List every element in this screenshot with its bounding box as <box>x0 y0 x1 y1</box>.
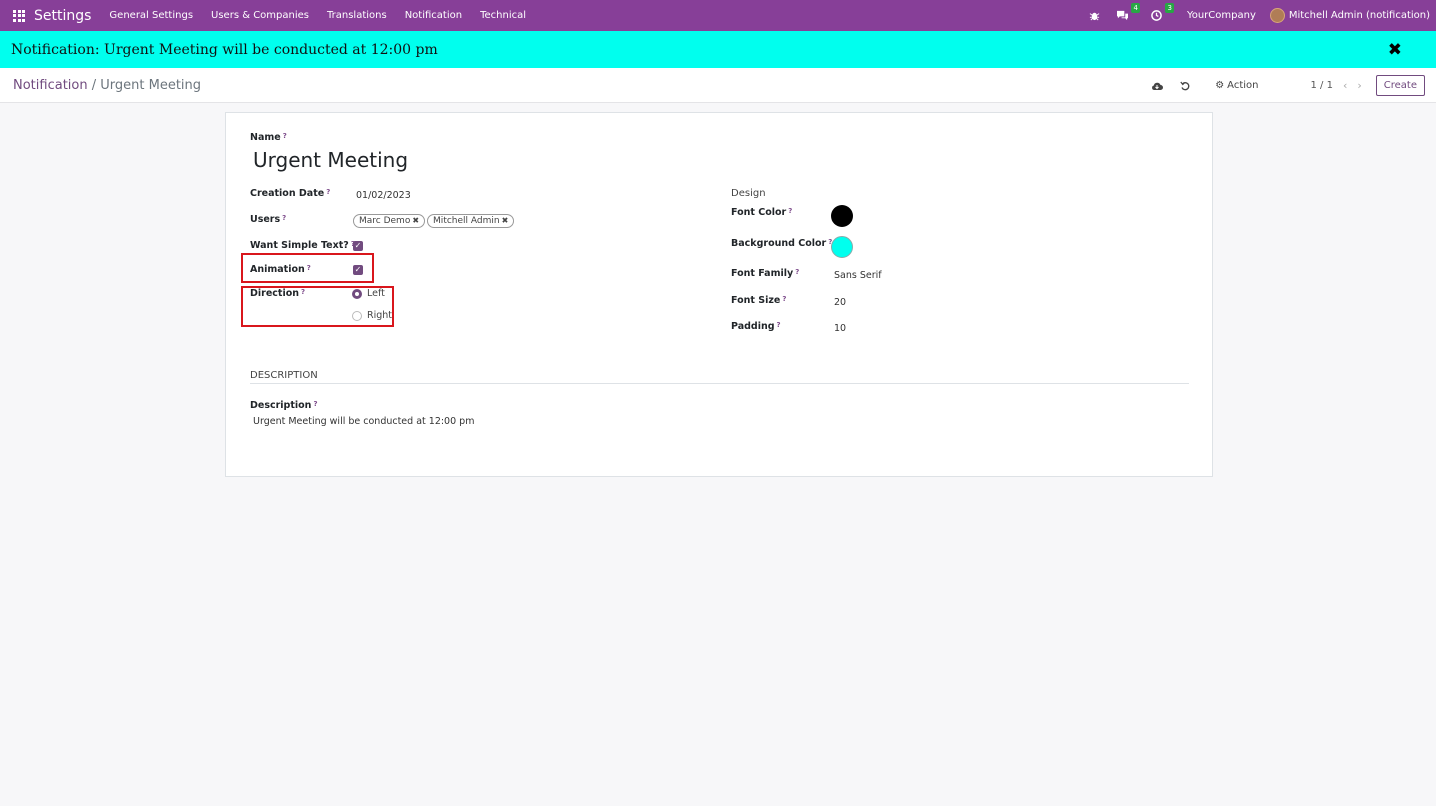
padding-label: Padding? <box>731 321 781 332</box>
breadcrumb: Notification / Urgent Meeting <box>13 78 201 93</box>
chevron-left-icon[interactable]: ‹ <box>1343 79 1347 92</box>
help-tooltip-icon[interactable]: ? <box>782 295 786 303</box>
action-label: Action <box>1227 80 1259 91</box>
padding-field[interactable]: 10 <box>834 323 846 334</box>
description-label: Description? <box>250 400 318 411</box>
help-tooltip-icon[interactable]: ? <box>795 268 799 276</box>
company-switcher[interactable]: YourCompany <box>1187 10 1256 21</box>
section-divider <box>250 383 1189 384</box>
name-label: Name? <box>250 132 287 143</box>
font-family-label: Font Family? <box>731 268 800 279</box>
background-color-label: Background Color? <box>731 238 833 249</box>
help-tooltip-icon[interactable]: ? <box>326 188 330 196</box>
font-size-label: Font Size? <box>731 295 787 306</box>
font-color-swatch[interactable] <box>831 205 853 227</box>
pager-value[interactable]: 1 / 1 <box>1311 80 1333 91</box>
form-sheet: Name? Urgent Meeting Creation Date? 01/0… <box>225 112 1213 477</box>
user-menu[interactable]: Mitchell Admin (notification) <box>1289 10 1430 21</box>
activities-badge: 3 <box>1165 2 1174 13</box>
font-size-field[interactable]: 20 <box>834 297 846 308</box>
top-navbar: Settings General Settings Users & Compan… <box>0 0 1436 31</box>
users-label: Users? <box>250 214 287 225</box>
app-title[interactable]: Settings <box>34 8 91 24</box>
remove-tag-icon[interactable]: ✖ <box>412 216 419 225</box>
create-button[interactable]: Create <box>1375 75 1425 96</box>
breadcrumb-separator: / <box>91 77 97 93</box>
systray: 4 3 YourCompany Mitchell Admin (notifica… <box>1075 0 1430 31</box>
notification-banner: Notification: Urgent Meeting will be con… <box>0 31 1436 68</box>
highlight-box-animation <box>241 253 374 283</box>
background-color-swatch[interactable] <box>831 236 853 258</box>
menu-general-settings[interactable]: General Settings <box>109 10 193 21</box>
messages-chat-icon[interactable]: 4 <box>1115 2 1140 24</box>
debug-bug-icon[interactable] <box>1087 8 1103 24</box>
menu-users-companies[interactable]: Users & Companies <box>211 10 309 21</box>
description-field[interactable]: Urgent Meeting will be conducted at 12:0… <box>253 416 474 427</box>
creation-date-field[interactable]: 01/02/2023 <box>356 190 411 201</box>
banner-text: Notification: Urgent Meeting will be con… <box>11 41 438 58</box>
help-tooltip-icon[interactable]: ? <box>283 132 287 140</box>
help-tooltip-icon[interactable]: ? <box>777 321 781 329</box>
help-tooltip-icon[interactable]: ? <box>282 214 286 222</box>
design-group-title: Design <box>731 188 766 199</box>
remove-tag-icon[interactable]: ✖ <box>502 216 509 225</box>
user-tag: Marc Demo ✖ <box>353 214 426 228</box>
help-tooltip-icon[interactable]: ? <box>788 207 792 215</box>
help-tooltip-icon[interactable]: ? <box>313 400 317 408</box>
users-tags-field[interactable]: Marc Demo ✖ Mitchell Admin ✖ <box>353 214 516 228</box>
discard-undo-icon[interactable] <box>1177 78 1193 94</box>
close-icon[interactable]: ✖ <box>1388 40 1402 60</box>
action-menu-button[interactable]: ⚙ Action <box>1215 80 1258 91</box>
messages-badge: 4 <box>1131 2 1140 13</box>
chevron-right-icon[interactable]: › <box>1357 79 1361 92</box>
creation-date-label: Creation Date? <box>250 188 331 199</box>
user-avatar[interactable] <box>1269 8 1285 23</box>
description-section-title: DESCRIPTION <box>250 370 318 381</box>
highlight-box-direction <box>241 286 394 327</box>
menu-technical[interactable]: Technical <box>480 10 526 21</box>
save-cloud-icon[interactable] <box>1149 78 1165 94</box>
gear-icon: ⚙ <box>1215 80 1225 91</box>
activities-clock-icon[interactable]: 3 <box>1149 2 1174 24</box>
menu-notification[interactable]: Notification <box>405 10 462 21</box>
menu-translations[interactable]: Translations <box>327 10 387 21</box>
user-tag: Mitchell Admin ✖ <box>427 214 515 228</box>
control-buttons: ⚙ Action 1 / 1 ‹ › Create <box>1137 68 1425 103</box>
breadcrumb-current: Urgent Meeting <box>100 77 202 93</box>
want-simple-text-checkbox[interactable]: ✓ <box>353 241 363 251</box>
control-panel: Notification / Urgent Meeting ⚙ Action 1… <box>0 68 1436 103</box>
breadcrumb-parent[interactable]: Notification <box>13 78 88 93</box>
name-field[interactable]: Urgent Meeting <box>253 148 408 172</box>
font-family-field[interactable]: Sans Serif <box>834 270 882 281</box>
font-color-label: Font Color? <box>731 207 793 218</box>
want-simple-text-label: Want Simple Text?? <box>250 240 355 251</box>
apps-menu-icon[interactable] <box>13 9 25 22</box>
